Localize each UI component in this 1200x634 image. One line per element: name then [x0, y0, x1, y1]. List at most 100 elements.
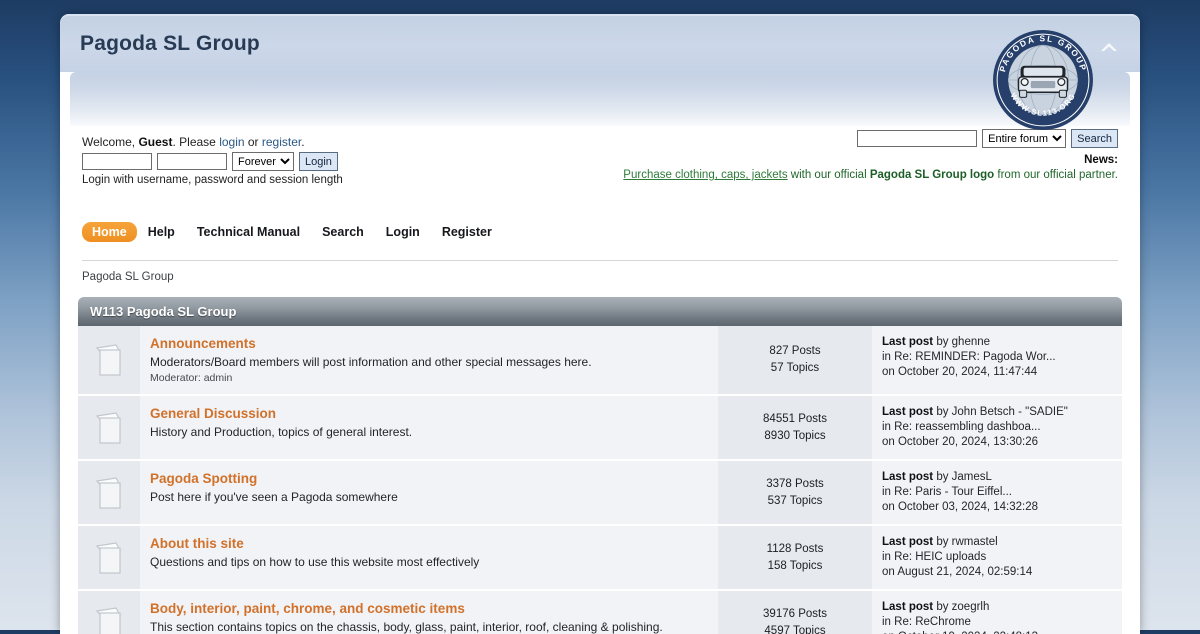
board-description: Questions and tips on how to use this we… [150, 554, 708, 570]
login-hint: Login with username, password and sessio… [82, 174, 343, 186]
board-lastpost-cell: Last post by zoegrlh in Re: ReChrome on … [872, 591, 1122, 634]
search-input[interactable] [857, 130, 977, 147]
lastpost-subject[interactable]: in Re: HEIC uploads [882, 550, 1114, 565]
board-index: W113 Pagoda SL Group Announcements Moder… [78, 297, 1122, 634]
board-lastpost-cell: Last post by ghenne in Re: REMINDER: Pag… [872, 326, 1122, 394]
welcome-suffix: . Please [172, 135, 219, 149]
welcome-message: Welcome, Guest. Please login or register… [82, 135, 305, 149]
board-topics-count: 158 Topics [768, 558, 823, 575]
board-description: This section contains topics on the chas… [150, 619, 708, 634]
welcome-prefix: Welcome, [82, 135, 138, 149]
register-link[interactable]: register [262, 135, 301, 149]
lastpost-label: Last post [882, 406, 933, 418]
lastpost-date: on October 19, 2024, 22:48:13 [882, 630, 1114, 634]
category-title: W113 Pagoda SL Group [90, 304, 236, 319]
board-link[interactable]: General Discussion [150, 406, 276, 421]
board-stats-cell: 1128 Posts 158 Topics [718, 526, 872, 589]
board-description: History and Production, topics of genera… [150, 424, 708, 440]
board-info-cell: General Discussion History and Productio… [140, 396, 718, 459]
lastpost-label: Last post [882, 601, 933, 613]
board-lastpost-cell: Last post by JamesL in Re: Paris - Tour … [872, 461, 1122, 524]
nav-item-login[interactable]: Login [375, 222, 431, 242]
lastpost-date: on October 20, 2024, 11:47:44 [882, 365, 1114, 380]
board-info-cell: About this site Questions and tips on ho… [140, 526, 718, 589]
nav-item-technical-manual[interactable]: Technical Manual [186, 222, 311, 242]
pagoda-sl-group-logo[interactable]: PAGODA SL GROUP WWW.SL113.ORG [992, 29, 1094, 131]
board-icon-cell [78, 396, 140, 459]
board-posts-count: 1128 Posts [767, 541, 824, 558]
board-sheets-icon [89, 538, 129, 578]
board-posts-count: 84551 Posts [763, 411, 827, 428]
board-moderator: Moderator: admin [150, 372, 708, 384]
login-link[interactable]: login [219, 135, 244, 149]
lastpost-date: on October 03, 2024, 14:32:28 [882, 500, 1114, 515]
board-link[interactable]: Pagoda Spotting [150, 471, 257, 486]
search-form: Entire forum Search [857, 129, 1118, 148]
news-bold-text: Pagoda SL Group logo [870, 169, 994, 181]
login-button[interactable]: Login [299, 152, 338, 171]
news-link[interactable]: Purchase clothing, caps, jackets [623, 169, 787, 181]
board-link[interactable]: Announcements [150, 336, 256, 351]
nav-item-home[interactable]: Home [82, 222, 137, 242]
or-text: or [245, 135, 262, 149]
search-scope-select[interactable]: Entire forum [982, 129, 1066, 148]
nav-list: Home Help Technical Manual Search Login … [82, 222, 503, 242]
username-input[interactable] [82, 153, 152, 170]
lastpost-subject[interactable]: in Re: Paris - Tour Eiffel... [882, 485, 1114, 500]
board-stats-cell: 84551 Posts 8930 Topics [718, 396, 872, 459]
lastpost-label: Last post [882, 336, 933, 348]
board-icon-cell [78, 461, 140, 524]
session-length-select[interactable]: Forever [232, 152, 294, 171]
board-row: Pagoda Spotting Post here if you've seen… [78, 461, 1122, 526]
lastpost-subject[interactable]: in Re: reassembling dashboa... [882, 420, 1114, 435]
board-link[interactable]: Body, interior, paint, chrome, and cosme… [150, 601, 465, 616]
lastpost-label: Last post [882, 471, 933, 483]
board-topics-count: 4597 Topics [764, 623, 825, 634]
board-posts-count: 827 Posts [769, 343, 820, 360]
board-icon-cell [78, 326, 140, 394]
header-inner-panel [70, 72, 1130, 126]
main-navigation: Home Help Technical Manual Search Login … [60, 214, 1140, 260]
board-description: Moderators/Board members will post infor… [150, 354, 708, 370]
board-description: Post here if you've seen a Pagoda somewh… [150, 489, 708, 505]
search-button[interactable]: Search [1071, 129, 1118, 148]
news-middle-text: with our official [788, 169, 870, 181]
board-posts-count: 39176 Posts [763, 606, 827, 623]
board-info-cell: Announcements Moderators/Board members w… [140, 326, 718, 394]
board-lastpost-cell: Last post by John Betsch - "SADIE" in Re… [872, 396, 1122, 459]
board-posts-count: 3378 Posts [766, 476, 824, 493]
category-header[interactable]: W113 Pagoda SL Group [78, 297, 1122, 326]
lastpost-subject[interactable]: in Re: ReChrome [882, 615, 1114, 630]
password-input[interactable] [157, 153, 227, 170]
lastpost-date: on August 21, 2024, 02:59:14 [882, 565, 1114, 580]
board-stats-cell: 39176 Posts 4597 Topics [718, 591, 872, 634]
breadcrumb-item-root[interactable]: Pagoda SL Group [82, 271, 174, 283]
board-sheets-icon [89, 603, 129, 634]
nav-item-help[interactable]: Help [137, 222, 186, 242]
lastpost-author[interactable]: by rwmastel [933, 536, 998, 548]
board-row: About this site Questions and tips on ho… [78, 526, 1122, 591]
news-end-text: from our official partner. [994, 169, 1118, 181]
news-label: News: [598, 153, 1118, 168]
board-row: Announcements Moderators/Board members w… [78, 326, 1122, 396]
nav-item-search[interactable]: Search [311, 222, 375, 242]
lastpost-date: on October 20, 2024, 13:30:26 [882, 435, 1114, 450]
board-link[interactable]: About this site [150, 536, 244, 551]
lastpost-author[interactable]: by ghenne [933, 336, 990, 348]
chevron-up-icon[interactable] [1096, 36, 1122, 58]
news-block: News: Purchase clothing, caps, jackets w… [598, 153, 1118, 183]
user-info-bar: Welcome, Guest. Please login or register… [60, 126, 1140, 214]
lastpost-author[interactable]: by John Betsch - "SADIE" [933, 406, 1068, 418]
lastpost-author[interactable]: by zoegrlh [933, 601, 989, 613]
lastpost-author[interactable]: by JamesL [933, 471, 992, 483]
board-stats-cell: 3378 Posts 537 Topics [718, 461, 872, 524]
login-form: Forever Login [82, 152, 338, 171]
board-info-cell: Pagoda Spotting Post here if you've seen… [140, 461, 718, 524]
board-row: Body, interior, paint, chrome, and cosme… [78, 591, 1122, 634]
board-sheets-icon [89, 473, 129, 513]
site-header: Pagoda SL Group [60, 14, 1140, 72]
lastpost-subject[interactable]: in Re: REMINDER: Pagoda Wor... [882, 350, 1114, 365]
forum-page-wrapper: Pagoda SL Group [60, 14, 1140, 634]
nav-item-register[interactable]: Register [431, 222, 503, 242]
welcome-end: . [301, 135, 304, 149]
